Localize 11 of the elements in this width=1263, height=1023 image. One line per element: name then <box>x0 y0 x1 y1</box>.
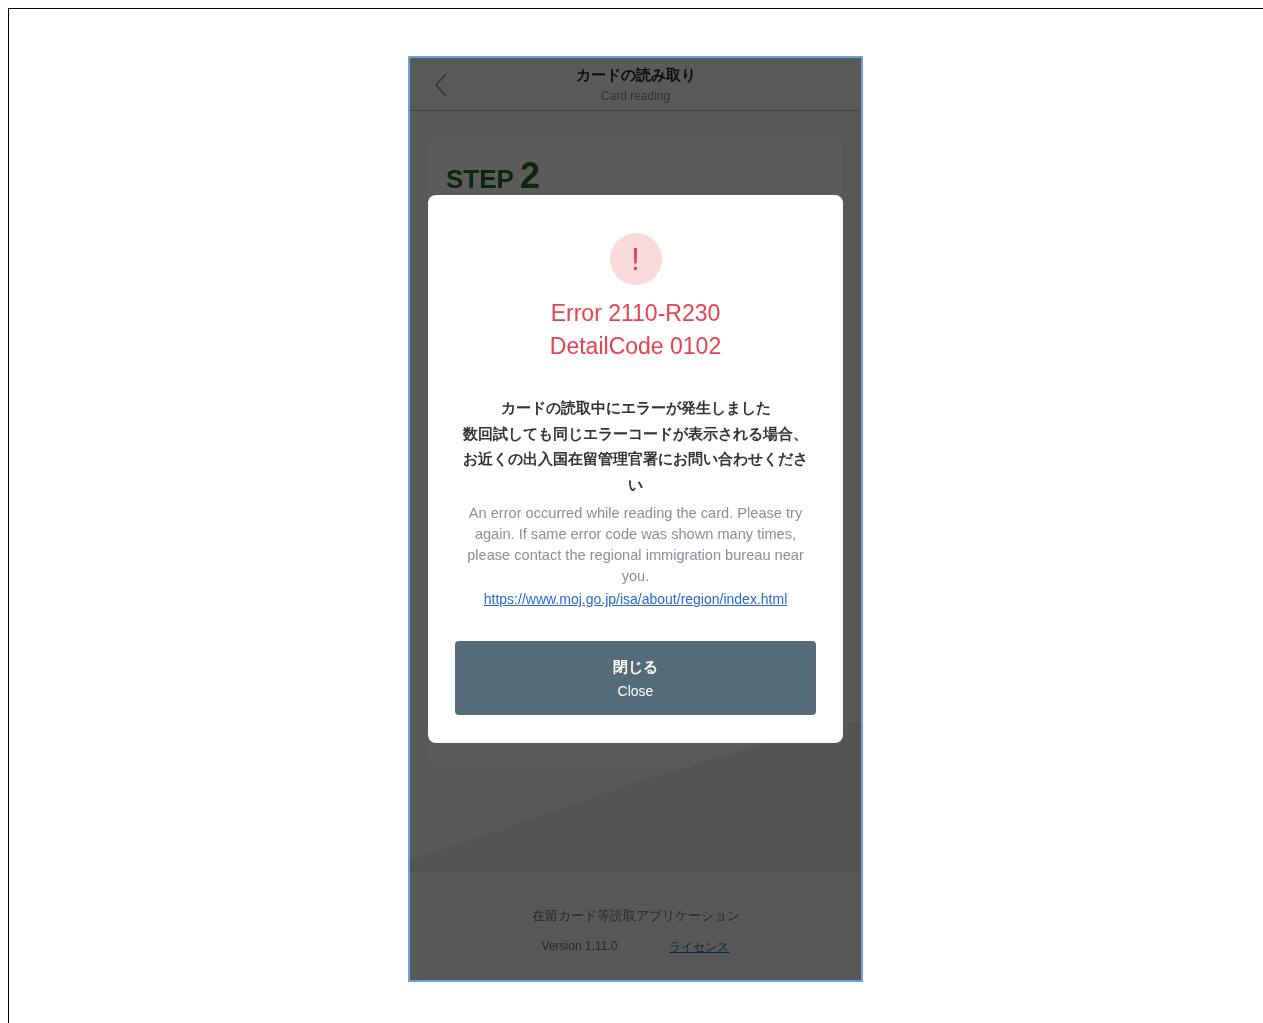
error-code: Error 2110-R230 DetailCode 0102 <box>549 299 722 361</box>
region-link[interactable]: https://www.moj.go.jp/isa/about/region/index.html <box>483 591 788 607</box>
close-button[interactable]: 閉じる Close <box>455 641 816 715</box>
step-number: 2 <box>519 155 540 197</box>
step-label: STEP <box>446 164 514 195</box>
error-message-japanese: カードの読取中にエラーが発生しました <box>499 398 772 418</box>
exclamation-icon: ! <box>609 233 662 285</box>
error-message-english: An error occurred while reading the card. Please try again. If same error code was shown many times, please contact the regional immigration bureau near you. <box>466 504 805 586</box>
back-icon[interactable] <box>434 72 448 98</box>
error-message-japanese: 数回試しても同じエラーコードが表示される場合、お近くの出入国在留管理官署にお問い合わせください <box>462 423 809 495</box>
header-title: カードの読み取り <box>575 65 696 85</box>
